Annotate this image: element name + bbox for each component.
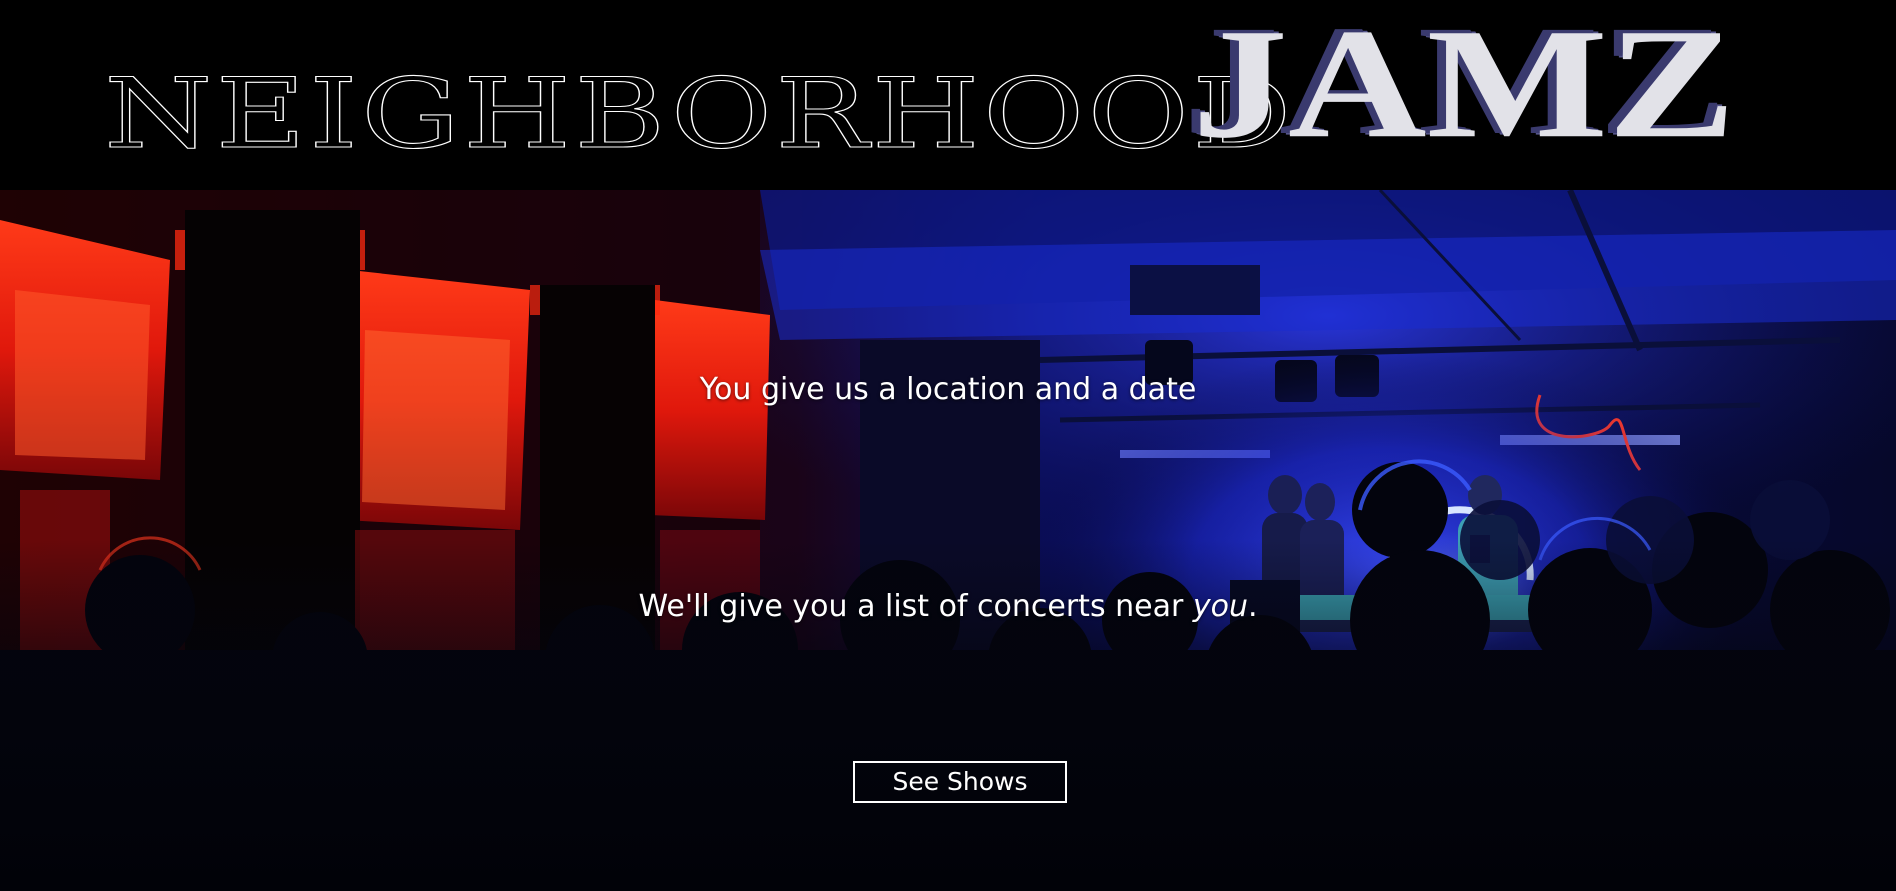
tagline-prefix: We'll give you a list of concerts near <box>638 589 1193 624</box>
tagline-concerts-near-you: We'll give you a list of concerts near y… <box>0 587 1896 627</box>
landing-page: NEIGHBORHOOD JAMZ You give us a location… <box>0 0 1896 891</box>
site-header: NEIGHBORHOOD JAMZ <box>0 0 1896 190</box>
logo-jamz: JAMZ <box>1192 0 1736 171</box>
see-shows-button[interactable]: See Shows <box>853 761 1067 803</box>
tagline-location-date: You give us a location and a date <box>699 372 1197 407</box>
logo-neighborhood: NEIGHBORHOOD <box>103 58 1295 171</box>
tagline-emphasis: you <box>1192 589 1248 624</box>
tagline-suffix: . <box>1247 589 1258 624</box>
